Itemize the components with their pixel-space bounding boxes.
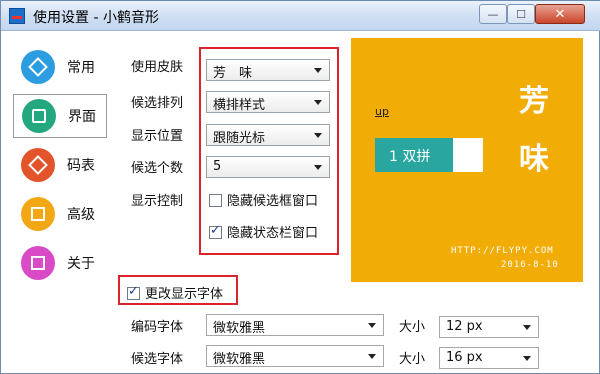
preview-code: up — [375, 105, 389, 118]
window-title: 使用设置 - 小鹤音形 — [33, 10, 159, 26]
sidebar-item-label: 高级 — [67, 207, 95, 223]
chevron-down-icon — [314, 133, 322, 138]
sidebar-item-codetable[interactable]: 码表 — [13, 143, 107, 187]
interface-icon — [22, 99, 56, 133]
hide-status-window-label: 隐藏状态栏窗口 — [227, 226, 319, 241]
candidate-font-size-label: 大小 — [399, 352, 426, 367]
count-select[interactable]: 5 — [206, 156, 330, 178]
sidebar-item-advanced[interactable]: 高级 — [13, 192, 107, 236]
candidate-font-size-select[interactable]: 16 px — [439, 347, 539, 369]
skin-label: 使用皮肤 — [131, 60, 184, 75]
close-button[interactable]: ✕ — [535, 4, 585, 24]
advanced-icon — [21, 197, 55, 231]
sidebar-item-interface[interactable]: 界面 — [13, 94, 107, 138]
sidebar-item-label: 界面 — [68, 109, 96, 125]
preview-date: 2016-8-10 — [501, 260, 559, 270]
change-font-checkbox[interactable] — [127, 284, 140, 300]
code-font-size-label: 大小 — [399, 320, 426, 335]
candidate-font-label: 候选字体 — [131, 352, 184, 367]
chevron-down-icon — [523, 325, 531, 330]
position-select[interactable]: 跟随光标 — [206, 124, 330, 146]
arrangement-value: 横排样式 — [213, 98, 266, 113]
count-value: 5 — [213, 159, 222, 174]
skin-preview: up 1 双拼 芳 味 HTTP://FLYPY.COM 2016-8-10 — [351, 38, 583, 282]
chevron-down-icon — [314, 100, 322, 105]
chevron-down-icon — [368, 323, 376, 328]
skin-value: 芳 味 — [213, 66, 253, 81]
sidebar-item-about[interactable]: 关于 — [13, 241, 107, 285]
code-font-value: 微软雅黑 — [213, 321, 266, 336]
sidebar-item-label: 常用 — [67, 60, 95, 76]
change-font-label: 更改显示字体 — [145, 287, 224, 302]
preview-char-top: 芳 — [519, 84, 549, 119]
preview-char-bottom: 味 — [519, 142, 549, 177]
common-icon — [21, 50, 55, 84]
preview-cursor-block — [453, 138, 483, 172]
app-icon — [9, 8, 25, 24]
arrangement-select[interactable]: 横排样式 — [206, 91, 330, 113]
hide-candidate-window-label: 隐藏候选框窗口 — [227, 194, 319, 209]
about-icon — [21, 246, 55, 280]
preview-candidate: 1 双拼 — [389, 149, 431, 165]
arrangement-label: 候选排列 — [131, 96, 184, 111]
hide-status-window-checkbox[interactable] — [209, 223, 222, 239]
code-font-size-select[interactable]: 12 px — [439, 316, 539, 338]
preview-candidate-bar: 1 双拼 — [375, 138, 483, 172]
sidebar-item-label: 码表 — [67, 158, 95, 174]
chevron-down-icon — [314, 165, 322, 170]
sidebar-item-label: 关于 — [67, 256, 95, 272]
maximize-button[interactable]: ☐ — [507, 4, 535, 24]
code-font-select[interactable]: 微软雅黑 — [206, 314, 384, 336]
display-control-label: 显示控制 — [131, 194, 184, 209]
chevron-down-icon — [368, 354, 376, 359]
minimize-button[interactable]: — — [479, 4, 507, 24]
candidate-font-size-value: 16 px — [446, 350, 483, 365]
skin-select[interactable]: 芳 味 — [206, 59, 330, 81]
chevron-down-icon — [523, 356, 531, 361]
sidebar-item-common[interactable]: 常用 — [13, 45, 107, 89]
title-bar[interactable]: 使用设置 - 小鹤音形 — ☐ ✕ — [1, 1, 600, 31]
candidate-font-value: 微软雅黑 — [213, 352, 266, 367]
settings-window: 使用设置 - 小鹤音形 — ☐ ✕ 常用 界面 码表 高级 关于 使用皮肤 候选… — [0, 0, 600, 374]
code-font-label: 编码字体 — [131, 320, 184, 335]
codetable-icon — [21, 148, 55, 182]
count-label: 候选个数 — [131, 161, 184, 176]
hide-candidate-window-checkbox[interactable] — [209, 194, 222, 207]
chevron-down-icon — [314, 68, 322, 73]
candidate-font-select[interactable]: 微软雅黑 — [206, 345, 384, 367]
position-value: 跟随光标 — [213, 131, 266, 146]
preview-url: HTTP://FLYPY.COM — [451, 246, 554, 256]
position-label: 显示位置 — [131, 129, 184, 144]
code-font-size-value: 12 px — [446, 319, 483, 334]
